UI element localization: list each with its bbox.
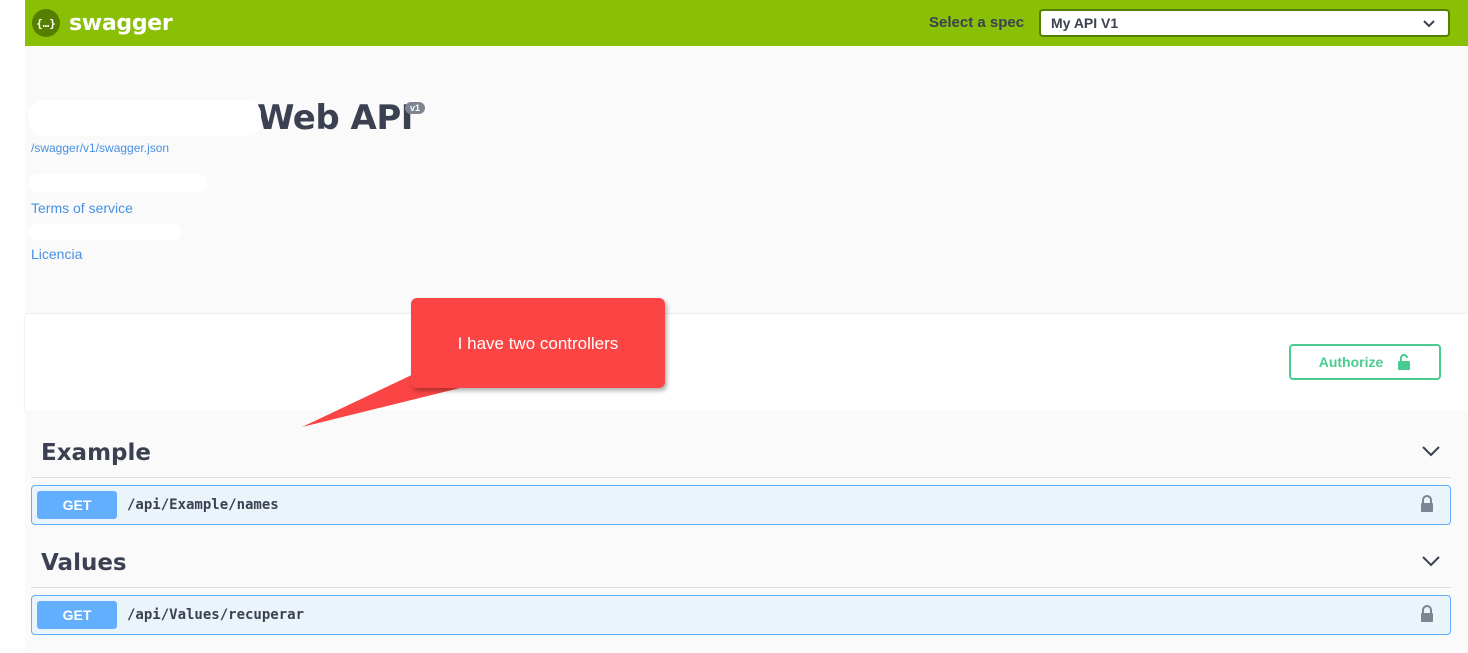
operation-path: /api/Values/recuperar <box>127 607 305 623</box>
tag-name: Values <box>41 550 127 576</box>
chevron-down-icon[interactable] <box>1421 554 1441 568</box>
scheme-container: Authorize <box>25 313 1468 410</box>
redaction-mark <box>29 224 181 240</box>
tag-example[interactable]: Example <box>31 410 1451 478</box>
chevron-down-icon[interactable] <box>1421 444 1441 458</box>
info-section: Web API v1 /swagger/v1/swagger.json Term… <box>25 46 1468 313</box>
swagger-logo[interactable]: {…} swagger <box>32 9 173 37</box>
lock-icon[interactable] <box>1420 495 1434 513</box>
operations-section: Example GET /api/Example/names Values GE… <box>25 410 1468 653</box>
opblock-get-values-recuperar[interactable]: GET /api/Values/recuperar <box>31 595 1451 635</box>
method-badge: GET <box>37 491 117 519</box>
unlock-icon <box>1398 354 1411 370</box>
page-title: Web API <box>257 98 413 138</box>
swagger-logo-icon: {…} <box>32 9 60 37</box>
tag-values[interactable]: Values <box>31 520 1451 588</box>
license-link[interactable]: Licencia <box>31 246 82 262</box>
operation-path: /api/Example/names <box>127 497 279 513</box>
annotation-text: I have two controllers <box>457 334 619 353</box>
topbar: {…} swagger Select a spec My API V1 <box>25 0 1468 46</box>
annotation-callout: I have two controllers <box>411 298 665 388</box>
spec-url-link[interactable]: /swagger/v1/swagger.json <box>31 141 169 155</box>
redaction-mark <box>29 174 207 192</box>
method-badge: GET <box>37 601 117 629</box>
chevron-down-icon <box>1423 20 1435 28</box>
version-badge: v1 <box>405 102 426 114</box>
lock-icon[interactable] <box>1420 605 1434 623</box>
redaction-mark <box>29 100 261 136</box>
authorize-label: Authorize <box>1318 354 1384 370</box>
spec-selected-value: My API V1 <box>1051 15 1119 31</box>
tag-name: Example <box>41 440 151 466</box>
opblock-get-example-names[interactable]: GET /api/Example/names <box>31 485 1451 525</box>
brand-name: swagger <box>69 10 173 36</box>
spec-label: Select a spec <box>929 14 1025 31</box>
terms-of-service-link[interactable]: Terms of service <box>31 200 133 216</box>
authorize-button[interactable]: Authorize <box>1289 344 1441 380</box>
spec-select[interactable]: My API V1 <box>1039 9 1450 37</box>
